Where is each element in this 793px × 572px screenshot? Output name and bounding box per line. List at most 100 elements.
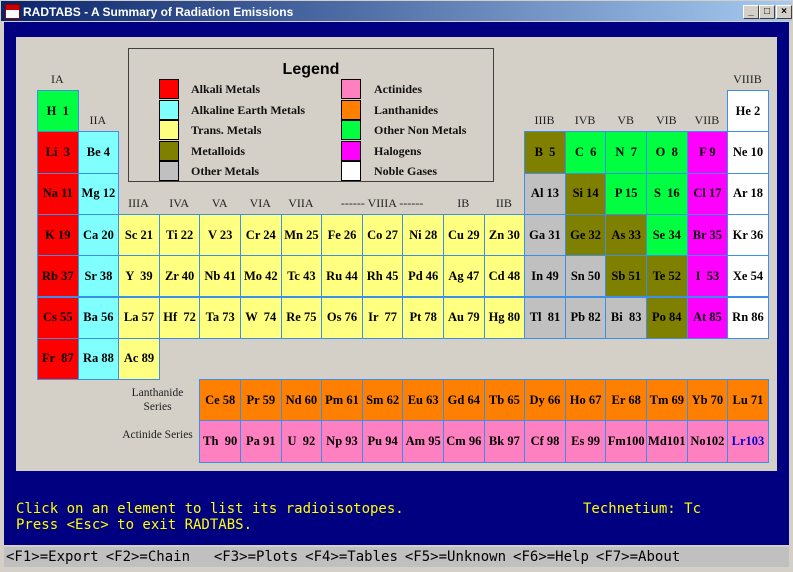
element-cell[interactable]: V 23 [199, 213, 241, 257]
element-cell[interactable]: Ar 18 [727, 172, 769, 215]
function-key-6[interactable]: <F6>=Help [513, 547, 589, 567]
element-cell[interactable]: Cl 17 [686, 172, 729, 215]
element-cell[interactable]: B 5 [524, 131, 566, 174]
element-cell[interactable]: Nd 60 [280, 379, 323, 422]
element-cell[interactable]: Dy 66 [524, 379, 566, 422]
element-cell[interactable]: Tc 43 [280, 255, 323, 298]
element-cell[interactable]: Fm100 [605, 420, 647, 463]
element-cell[interactable]: Te 52 [646, 255, 688, 298]
element-cell[interactable]: Pa 91 [240, 420, 282, 463]
function-key-7[interactable]: <F7>=About [596, 547, 680, 567]
element-cell[interactable]: Ti 22 [158, 213, 201, 257]
element-cell[interactable]: F 9 [686, 131, 729, 174]
element-cell[interactable]: Br 35 [686, 213, 729, 257]
element-cell[interactable]: Y 39 [118, 255, 160, 298]
element-cell[interactable]: Ce 58 [199, 379, 241, 422]
element-cell[interactable]: H 1 [37, 90, 79, 133]
element-cell[interactable]: Sr 38 [77, 255, 120, 298]
element-cell[interactable]: Rh 45 [361, 255, 404, 298]
element-cell[interactable]: Na 11 [37, 172, 79, 215]
element-cell[interactable]: Co 27 [361, 213, 404, 257]
element-cell[interactable]: Ba 56 [77, 296, 120, 339]
element-cell[interactable]: Tm 69 [646, 379, 688, 422]
function-key-5[interactable]: <F5>=Unknown [405, 547, 506, 567]
element-cell[interactable]: Se 34 [646, 213, 688, 257]
element-cell[interactable]: Pb 82 [564, 296, 607, 339]
element-cell[interactable]: Th 90 [199, 420, 241, 463]
element-cell[interactable]: Ac 89 [118, 337, 160, 381]
element-cell[interactable]: Li 3 [37, 131, 79, 174]
element-cell[interactable]: N 7 [605, 131, 647, 174]
element-cell[interactable]: Er 68 [605, 379, 647, 422]
element-cell[interactable]: Zn 30 [483, 213, 526, 257]
element-cell[interactable]: Ni 28 [402, 213, 444, 257]
element-cell[interactable]: Po 84 [646, 296, 688, 339]
element-cell[interactable]: No102 [686, 420, 729, 463]
element-cell[interactable]: Ru 44 [321, 255, 363, 298]
element-cell[interactable]: Tb 65 [483, 379, 526, 422]
function-key-3[interactable]: <F3>=Plots [205, 547, 298, 567]
element-cell[interactable]: Tl 81 [524, 296, 566, 339]
element-cell[interactable]: C 6 [564, 131, 607, 174]
minimize-button[interactable]: _ [743, 5, 759, 19]
element-cell[interactable]: Os 76 [321, 296, 363, 339]
element-cell[interactable]: O 8 [646, 131, 688, 174]
element-cell[interactable]: Cd 48 [483, 255, 526, 298]
maximize-button[interactable]: □ [759, 5, 775, 19]
element-cell[interactable]: Ho 67 [564, 379, 607, 422]
function-key-2[interactable]: <F2>=Chain [106, 547, 199, 567]
function-key-1[interactable]: <F1>=Export [6, 547, 99, 567]
element-cell[interactable]: As 33 [605, 213, 647, 257]
element-cell[interactable]: Zr 40 [158, 255, 201, 298]
element-cell[interactable]: Yb 70 [686, 379, 729, 422]
element-cell[interactable]: Sc 21 [118, 213, 160, 257]
element-cell[interactable]: Sb 51 [605, 255, 647, 298]
element-cell[interactable]: Ra 88 [77, 337, 120, 381]
element-cell[interactable]: Kr 36 [727, 213, 769, 257]
element-cell[interactable]: Xe 54 [727, 255, 769, 298]
element-cell[interactable]: Au 79 [443, 296, 485, 339]
element-cell[interactable]: Mg 12 [77, 172, 120, 215]
element-cell[interactable]: He 2 [727, 90, 769, 133]
element-cell[interactable]: Cr 24 [240, 213, 282, 257]
element-cell[interactable]: Es 99 [564, 420, 607, 463]
element-cell[interactable]: Nb 41 [199, 255, 241, 298]
element-cell[interactable]: Si 14 [564, 172, 607, 215]
element-cell[interactable]: Ta 73 [199, 296, 241, 339]
element-cell[interactable]: Lu 71 [727, 379, 769, 422]
element-cell[interactable]: U 92 [280, 420, 323, 463]
element-cell[interactable]: S 16 [646, 172, 688, 215]
close-button[interactable]: × [776, 5, 792, 19]
element-cell[interactable]: W 74 [240, 296, 282, 339]
element-cell[interactable]: Cf 98 [524, 420, 566, 463]
element-cell[interactable]: Cu 29 [443, 213, 485, 257]
element-cell[interactable]: Eu 63 [402, 379, 444, 422]
element-cell[interactable]: Mn 25 [280, 213, 323, 257]
element-cell[interactable]: Am 95 [402, 420, 444, 463]
element-cell[interactable]: I 53 [686, 255, 729, 298]
element-cell[interactable]: Sn 50 [564, 255, 607, 298]
element-cell[interactable]: Np 93 [321, 420, 363, 463]
element-cell[interactable]: P 15 [605, 172, 647, 215]
element-cell[interactable]: Hg 80 [483, 296, 526, 339]
element-cell[interactable]: In 49 [524, 255, 566, 298]
element-cell[interactable]: Ca 20 [77, 213, 120, 257]
element-cell[interactable]: Rn 86 [727, 296, 769, 339]
element-cell[interactable]: Re 75 [280, 296, 323, 339]
element-cell[interactable]: Cs 55 [37, 296, 79, 339]
element-cell[interactable]: Rb 37 [37, 255, 79, 298]
function-key-4[interactable]: <F4>=Tables [305, 547, 398, 567]
element-cell[interactable]: Fe 26 [321, 213, 363, 257]
element-cell[interactable]: Fr 87 [37, 337, 79, 381]
element-cell[interactable]: Md101 [646, 420, 688, 463]
element-cell[interactable]: Sm 62 [361, 379, 404, 422]
element-cell[interactable]: Pt 78 [402, 296, 444, 339]
element-cell[interactable]: Gd 64 [443, 379, 485, 422]
element-cell[interactable]: Ga 31 [524, 213, 566, 257]
element-cell[interactable]: Pm 61 [321, 379, 363, 422]
element-cell[interactable]: Ne 10 [727, 131, 769, 174]
element-cell[interactable]: Pd 46 [402, 255, 444, 298]
element-cell[interactable]: Pr 59 [240, 379, 282, 422]
element-cell[interactable]: Pu 94 [361, 420, 404, 463]
element-cell[interactable]: Lr103 [727, 420, 769, 463]
